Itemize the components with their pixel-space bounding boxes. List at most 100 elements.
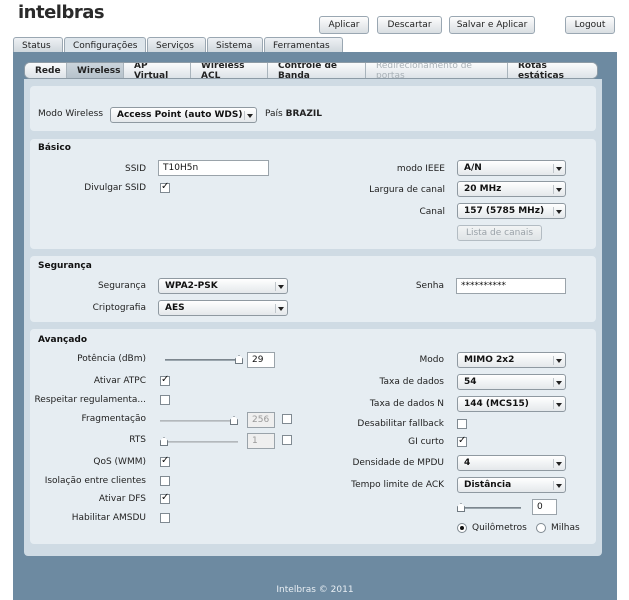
security-select[interactable]: WPA2-PSK	[158, 278, 288, 294]
chevron-down-icon	[244, 111, 253, 120]
channel-width-select[interactable]: 20 MHz	[457, 181, 566, 197]
ieee-mode-label: modo IEEE	[396, 164, 445, 174]
slider-thumb	[230, 416, 238, 425]
ssid-input[interactable]: T10H5n	[158, 160, 269, 176]
discard-button[interactable]: Descartar	[377, 16, 442, 34]
data-rate-n-label: Taxa de dados N	[369, 399, 444, 409]
data-rate-n-select[interactable]: 144 (MCS15)	[457, 396, 566, 412]
mpdu-density-select[interactable]: 4	[457, 455, 566, 471]
tab-ferramentas[interactable]: Ferramentas	[264, 37, 343, 53]
channel-select[interactable]: 157 (5785 MHz)	[457, 203, 566, 219]
channel-width-value: 20 MHz	[464, 184, 502, 194]
atpc-checkbox[interactable]	[160, 374, 170, 386]
atpc-label: Ativar ATPC	[93, 376, 146, 386]
slider-track	[160, 441, 238, 443]
miles-label: Milhas	[551, 523, 580, 533]
tab-sistema[interactable]: Sistema	[207, 37, 263, 53]
short-gi-checkbox[interactable]	[457, 435, 467, 447]
ack-timeout-value: Distância	[464, 480, 512, 490]
ack-timeout-select[interactable]: Distância	[457, 477, 566, 493]
broadcast-ssid-checkbox[interactable]	[160, 181, 170, 193]
password-label: Senha	[415, 281, 444, 291]
logout-button[interactable]: Logout	[565, 16, 615, 34]
chevron-down-icon	[553, 378, 562, 387]
subtab-rotas-estaticas[interactable]: Rotas estáticas	[508, 63, 597, 78]
channel-value: 157 (5785 MHz)	[464, 206, 545, 216]
chevron-down-icon	[553, 481, 562, 490]
mpdu-density-value: 4	[464, 458, 471, 468]
basic-title: Básico	[38, 143, 71, 153]
power-slider[interactable]	[165, 355, 243, 365]
data-rate-select[interactable]: 54	[457, 374, 566, 390]
distance-input[interactable]: 0	[532, 499, 557, 515]
crypto-label: Criptografia	[92, 303, 146, 313]
security-label: Segurança	[97, 281, 146, 291]
channel-list-button: Lista de canais	[457, 225, 542, 241]
radio-mode-label: Modo	[419, 355, 445, 365]
password-input[interactable]: **********	[456, 278, 566, 294]
security-title: Segurança	[38, 261, 92, 271]
ssid-label: SSID	[124, 164, 146, 174]
apply-button[interactable]: Aplicar	[319, 16, 369, 34]
chevron-down-icon	[553, 400, 562, 409]
crypto-select[interactable]: AES	[158, 300, 288, 316]
broadcast-ssid-label: Divulgar SSID	[84, 183, 146, 193]
regulation-checkbox[interactable]	[160, 395, 170, 405]
slider-thumb[interactable]	[457, 503, 465, 512]
dfs-label: Ativar DFS	[98, 494, 146, 504]
kilometers-label: Quilômetros	[472, 523, 527, 533]
power-input[interactable]: 29	[247, 352, 275, 368]
miles-radio[interactable]	[536, 523, 546, 533]
regulation-label: Respeitar regulamenta...	[34, 395, 146, 405]
chevron-down-icon	[553, 164, 562, 173]
wireless-mode-value: Access Point (auto WDS)	[117, 110, 243, 120]
ieee-mode-select[interactable]: A/N	[457, 160, 566, 176]
subtab-wireless-acl[interactable]: Wireless ACL	[191, 63, 268, 78]
tab-status[interactable]: Status	[13, 37, 63, 53]
subtab-redirecionamento: Redirecionamento de portas	[366, 63, 508, 78]
radio-mode-value: MIMO 2x2	[464, 355, 515, 365]
top-bar: intelbras Aplicar Descartar Salvar e Apl…	[0, 0, 629, 38]
subtab-ap-virtual[interactable]: AP Virtual	[124, 63, 191, 78]
subtab-rede[interactable]: Rede	[25, 63, 67, 78]
chevron-down-icon	[275, 282, 284, 291]
radio-mode-select[interactable]: MIMO 2x2	[457, 352, 566, 368]
dfs-checkbox[interactable]	[160, 492, 170, 504]
subtab-wireless[interactable]: Wireless	[67, 63, 124, 78]
fallback-checkbox[interactable]	[457, 419, 467, 429]
fragmentation-label: Fragmentação	[81, 414, 146, 424]
chevron-down-icon	[553, 459, 562, 468]
fragmentation-checkbox[interactable]	[282, 414, 292, 424]
crypto-value: AES	[165, 303, 185, 313]
main-tabs: Status Configurações Serviços Sistema Fe…	[13, 37, 344, 53]
data-rate-value: 54	[464, 377, 477, 387]
sub-tabs: Rede Wireless AP Virtual Wireless ACL Co…	[24, 62, 598, 79]
slider-thumb	[160, 437, 168, 446]
fragmentation-input: 256	[247, 412, 275, 428]
ack-timeout-label: Tempo limite de ACK	[351, 480, 444, 490]
distance-slider[interactable]	[457, 503, 521, 513]
slider-thumb[interactable]	[235, 355, 243, 364]
rts-input: 1	[247, 433, 275, 449]
rts-checkbox[interactable]	[282, 435, 292, 445]
fallback-label: Desabilitar fallback	[357, 419, 444, 429]
kilometers-radio[interactable]	[457, 523, 467, 533]
country-value: BRAZIL	[285, 109, 322, 119]
tab-servicos[interactable]: Serviços	[147, 37, 206, 53]
rts-slider	[160, 437, 238, 447]
subtab-controle-banda[interactable]: Controle de Banda	[268, 63, 366, 78]
slider-track	[165, 359, 243, 361]
isolation-checkbox[interactable]	[160, 476, 170, 486]
save-apply-button[interactable]: Salvar e Aplicar	[449, 16, 535, 34]
data-rate-label: Taxa de dados	[379, 377, 444, 387]
isolation-label: Isolação entre clientes	[44, 476, 146, 486]
security-value: WPA2-PSK	[165, 281, 218, 291]
data-rate-n-value: 144 (MCS15)	[464, 399, 529, 409]
wireless-mode-select[interactable]: Access Point (auto WDS)	[110, 107, 257, 123]
chevron-down-icon	[275, 304, 284, 313]
tab-configuracoes[interactable]: Configurações	[64, 37, 146, 53]
chevron-down-icon	[553, 356, 562, 365]
short-gi-label: GI curto	[408, 437, 444, 447]
amsdu-checkbox[interactable]	[160, 513, 170, 523]
qos-checkbox[interactable]	[160, 455, 170, 467]
